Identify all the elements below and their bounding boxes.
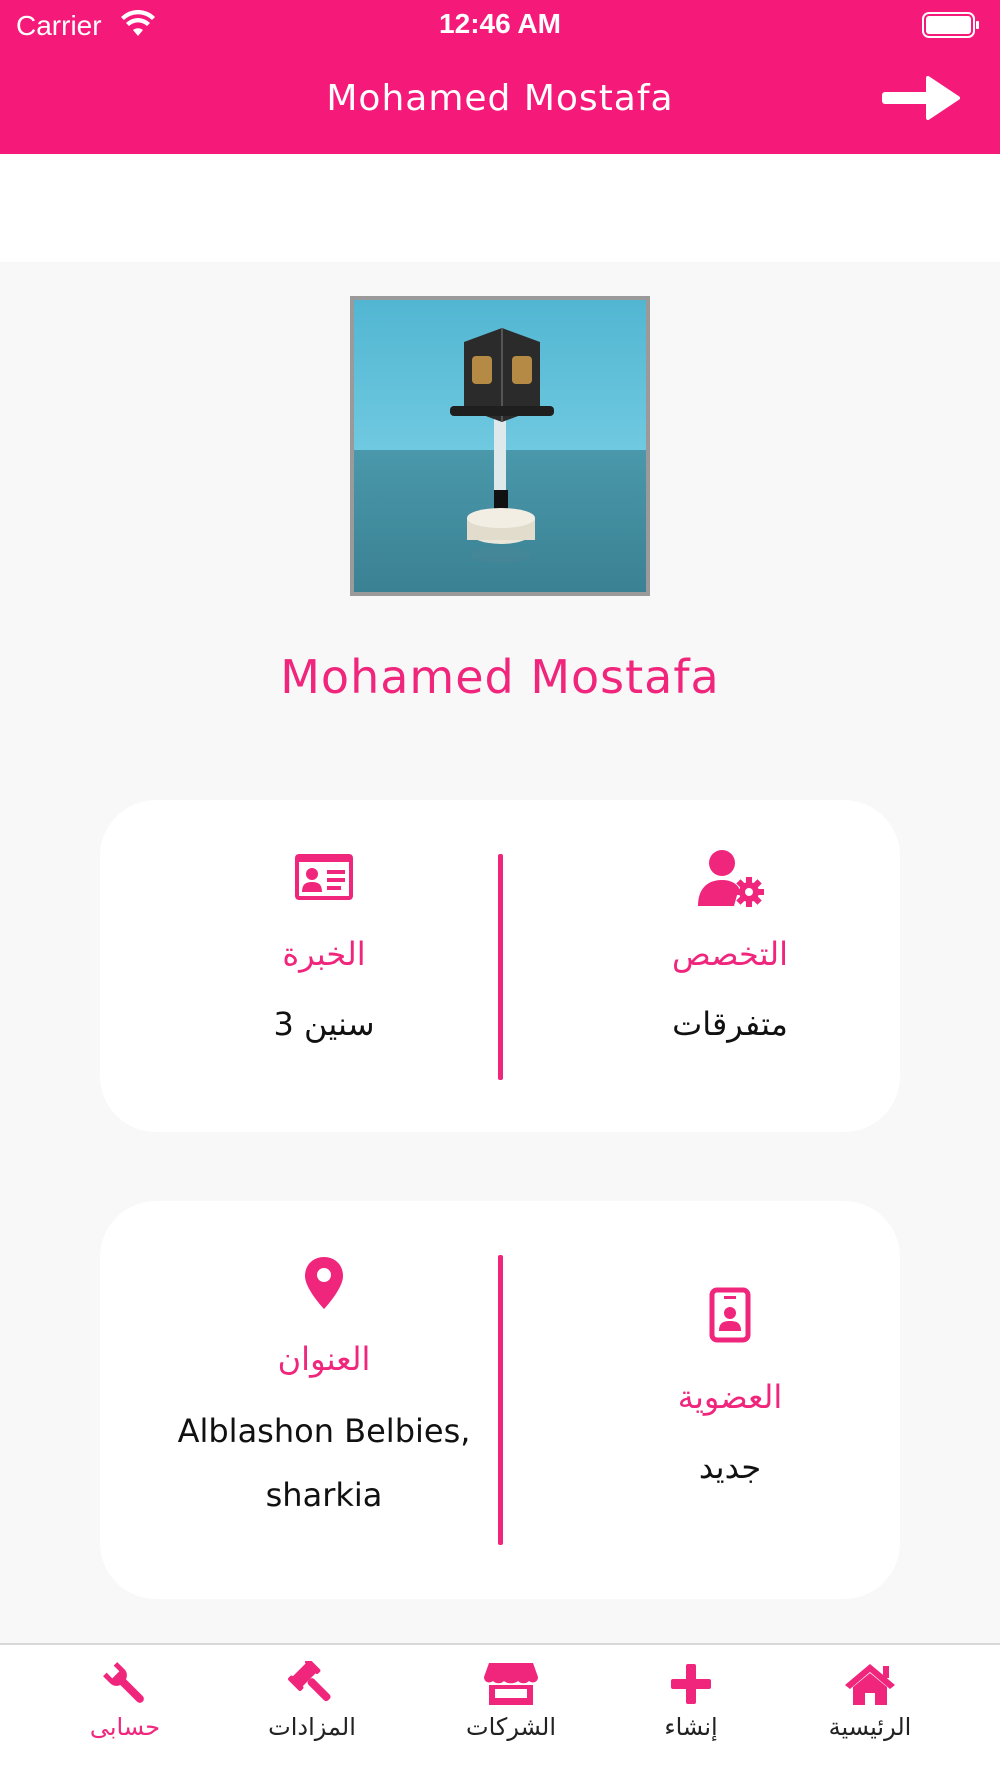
membership-cell: العضوية جديد xyxy=(580,1287,880,1499)
id-card-icon xyxy=(295,854,353,900)
address-cell: العنوان Alblashon Belbies, sharkia xyxy=(154,1255,494,1527)
plus-icon xyxy=(671,1664,711,1704)
tab-auctions-label: المزادات xyxy=(268,1713,356,1741)
specialty-value: متفرقات xyxy=(672,1005,788,1043)
store-icon xyxy=(484,1663,538,1705)
tab-account-label: حسابى xyxy=(89,1713,161,1741)
back-arrow-icon[interactable] xyxy=(880,74,960,122)
tab-create-label: إنشاء xyxy=(664,1713,718,1741)
location-pin-icon xyxy=(305,1257,343,1309)
card-divider xyxy=(498,1255,503,1545)
specialty-cell: التخصص متفرقات xyxy=(580,848,880,1056)
membership-label: العضوية xyxy=(677,1378,783,1416)
address-label: العنوان xyxy=(277,1340,371,1378)
member-badge-icon xyxy=(709,1287,751,1343)
info-card-membership-address: العضوية جديد العنوان Alblashon Belbies, … xyxy=(100,1201,900,1599)
tab-companies-label: الشركات xyxy=(466,1713,556,1741)
experience-value: 3 سنين xyxy=(273,1005,375,1043)
page-title: Mohamed Mostafa xyxy=(326,78,674,119)
membership-value: جديد xyxy=(698,1448,762,1486)
home-icon xyxy=(845,1664,895,1705)
experience-cell: الخبرة 3 سنين xyxy=(174,852,474,1056)
profile-name: Mohamed Mostafa xyxy=(280,650,720,704)
bottom-tab-bar: الرئيسية إنشاء الشركات المزادات حسابى xyxy=(0,1643,1000,1778)
address-value-line2: sharkia xyxy=(265,1476,383,1514)
user-gear-icon xyxy=(698,850,764,907)
status-bar: Carrier 12:46 AM xyxy=(0,0,1000,52)
battery-icon xyxy=(922,12,979,38)
tab-account[interactable]: حسابى xyxy=(35,1661,215,1741)
tab-home-label: الرئيسية xyxy=(828,1713,912,1741)
tab-home[interactable]: الرئيسية xyxy=(780,1661,960,1741)
address-value-line1: Alblashon Belbies, xyxy=(177,1412,471,1450)
wrench-icon xyxy=(103,1662,144,1703)
app-header: Carrier 12:46 AM Mohamed Mostafa xyxy=(0,0,1000,154)
info-card-specialty-experience: التخصص متفرقات الخبرة 3 سنين xyxy=(100,800,900,1132)
card-divider xyxy=(498,854,503,1080)
experience-label: الخبرة xyxy=(282,935,366,973)
gavel-icon xyxy=(288,1661,331,1702)
profile-photo xyxy=(350,296,650,596)
tab-create[interactable]: إنشاء xyxy=(601,1661,781,1741)
status-time: 12:46 AM xyxy=(439,8,561,39)
tab-auctions[interactable]: المزادات xyxy=(222,1661,402,1741)
header-spacer xyxy=(0,154,1000,262)
specialty-label: التخصص xyxy=(672,935,788,973)
tab-companies[interactable]: الشركات xyxy=(421,1661,601,1741)
